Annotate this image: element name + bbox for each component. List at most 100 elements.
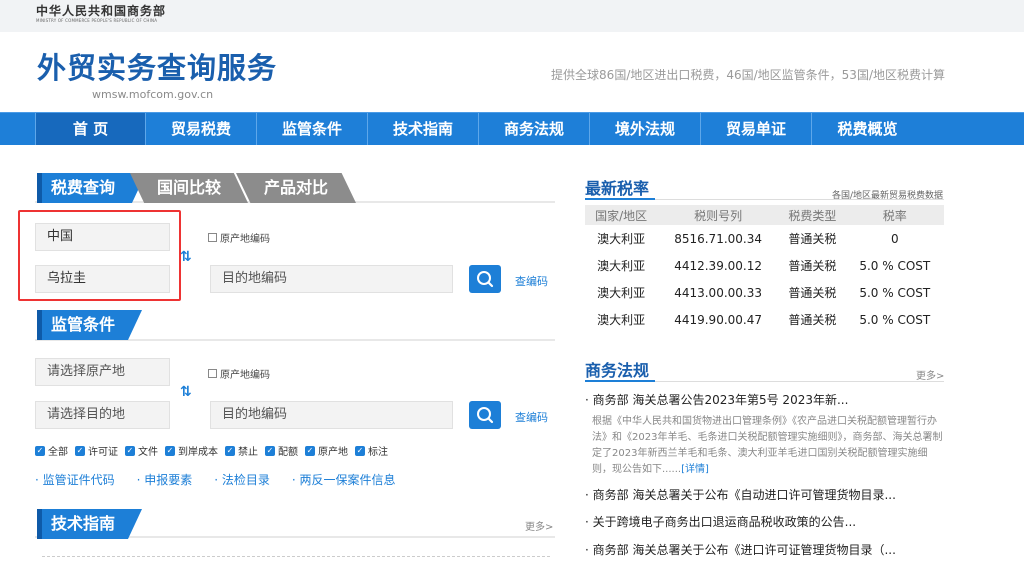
checkbox-quota[interactable]: ✓ 配额 bbox=[265, 443, 298, 458]
tech-guide-heading: 技术指南 bbox=[37, 509, 142, 539]
tab-tax-query[interactable]: 税费查询 bbox=[37, 173, 146, 203]
checkbox-landed-cost[interactable]: ✓ 到岸成本 bbox=[165, 443, 218, 458]
table-row[interactable]: 澳大利亚 4419.90.00.47 普通关税 5.0 % COST bbox=[585, 306, 944, 333]
cell-tariff-code: 4413.00.00.33 bbox=[674, 285, 762, 300]
check-icon: ✓ bbox=[165, 445, 175, 456]
news-summary: 根据《中华人民共和国货物进出口管理条例》《农产品进口关税配额管理暂行办法》和《2… bbox=[592, 414, 944, 478]
ministry-logo[interactable]: 中华人民共和国商务部 MINISTRY OF COMMERCE PEOPLE'S… bbox=[36, 4, 166, 24]
code-lookup-link[interactable]: 查编码 bbox=[515, 273, 548, 289]
title-underline bbox=[585, 380, 655, 382]
cell-tax-type: 普通关税 bbox=[788, 232, 837, 246]
origin-code-label: 原产地编码 bbox=[220, 370, 270, 381]
column-header: 税费类型 bbox=[779, 205, 846, 225]
swap-icon[interactable]: ⇅ bbox=[180, 250, 192, 264]
latest-rates-title: 最新税率 bbox=[585, 179, 650, 198]
condition-checkboxes: ✓ 全部 ✓ 许可证 ✓ 文件 ✓ 到岸成本 ✓ 禁止 ✓ 配额 ✓ 原产地 ✓ 标注 bbox=[35, 443, 395, 458]
column-header: 税率 bbox=[845, 205, 944, 225]
regulatory-dest-code-input[interactable]: 目的地编码 bbox=[210, 401, 453, 429]
check-icon: ✓ bbox=[305, 445, 315, 456]
link-trade-remedy-cases[interactable]: · 两反一保案件信息 bbox=[292, 471, 396, 488]
check-icon: ✓ bbox=[225, 445, 235, 456]
nav-tech-guide[interactable]: 技术指南 bbox=[368, 113, 479, 145]
highlight-box bbox=[18, 210, 181, 301]
regulatory-search-button[interactable] bbox=[469, 401, 501, 429]
origin-code-checkbox[interactable]: 原产地编码 bbox=[208, 230, 270, 245]
tab-country-compare[interactable]: 国间比较 bbox=[130, 173, 248, 203]
cell-tax-type: 普通关税 bbox=[788, 286, 837, 300]
cell-tax-type: 普通关税 bbox=[788, 259, 837, 273]
cell-rate: 5.0 % COST bbox=[859, 258, 931, 273]
cell-tax-type: 普通关税 bbox=[788, 313, 837, 327]
ministry-name-cn: 中华人民共和国商务部 bbox=[36, 4, 167, 18]
check-icon: ✓ bbox=[75, 445, 85, 456]
column-header: 税则号列 bbox=[657, 205, 780, 225]
news-item[interactable]: · 商务部 海关总署关于公布《自动进口许可管理货物目录... bbox=[585, 486, 896, 503]
nav-trade-docs[interactable]: 贸易单证 bbox=[701, 113, 812, 145]
checkbox-labeling[interactable]: ✓ 标注 bbox=[355, 443, 388, 458]
tech-guide-panel bbox=[42, 556, 550, 562]
checkbox-label: 许可证 bbox=[88, 447, 118, 458]
regulatory-origin-code-checkbox[interactable]: 原产地编码 bbox=[208, 366, 270, 381]
checkbox-icon bbox=[208, 233, 217, 242]
cell-rate: 0 bbox=[890, 231, 899, 246]
commerce-law-more-link[interactable]: 更多> bbox=[916, 367, 944, 382]
commerce-law-title: 商务法规 bbox=[585, 361, 650, 380]
checkbox-label: 到岸成本 bbox=[178, 447, 218, 458]
checkbox-origin[interactable]: ✓ 原产地 bbox=[305, 443, 348, 458]
checkbox-license[interactable]: ✓ 许可证 bbox=[75, 443, 118, 458]
table-row[interactable]: 澳大利亚 4413.00.00.33 普通关税 5.0 % COST bbox=[585, 279, 944, 306]
site-title[interactable]: 外贸实务查询服务 bbox=[37, 50, 277, 86]
site-description: 提供全球86国/地区进出口税费，46国/地区监管条件，53国/地区税费计算 bbox=[551, 68, 945, 82]
ministry-name-en: MINISTRY OF COMMERCE PEOPLE'S REPUBLIC O… bbox=[36, 18, 158, 23]
table-row[interactable]: 澳大利亚 8516.71.00.34 普通关税 0 bbox=[585, 225, 944, 252]
link-inspection-catalog[interactable]: · 法检目录 bbox=[214, 471, 270, 488]
cell-country: 澳大利亚 bbox=[597, 286, 646, 300]
check-icon: ✓ bbox=[265, 445, 275, 456]
table-row[interactable]: 澳大利亚 4412.39.00.12 普通关税 5.0 % COST bbox=[585, 252, 944, 279]
cell-tariff-code: 8516.71.00.34 bbox=[674, 231, 762, 246]
title-underline bbox=[585, 198, 655, 200]
regulatory-links: · 监管证件代码 · 申报要素 · 法检目录 · 两反一保案件信息 bbox=[35, 471, 418, 488]
table-header-row: 国家/地区 税则号列 税费类型 税率 bbox=[585, 205, 944, 225]
nav-trade-tax[interactable]: 贸易税费 bbox=[146, 113, 257, 145]
cell-tariff-code: 4419.90.00.47 bbox=[674, 312, 762, 327]
cell-rate: 5.0 % COST bbox=[859, 312, 931, 327]
checkbox-label: 配额 bbox=[278, 447, 298, 458]
nav-home[interactable]: 首 页 bbox=[35, 113, 146, 145]
checkbox-document[interactable]: ✓ 文件 bbox=[125, 443, 158, 458]
nav-tax-overview[interactable]: 税费概览 bbox=[812, 113, 923, 145]
check-icon: ✓ bbox=[35, 445, 45, 456]
column-header: 国家/地区 bbox=[585, 205, 658, 225]
news-item[interactable]: · 关于跨境电子商务出口退运商品税收政策的公告... bbox=[585, 513, 856, 530]
search-icon bbox=[477, 271, 494, 288]
cell-country: 澳大利亚 bbox=[597, 232, 646, 246]
checkbox-prohibited[interactable]: ✓ 禁止 bbox=[225, 443, 258, 458]
cell-country: 澳大利亚 bbox=[597, 259, 646, 273]
nav-foreign-law[interactable]: 境外法规 bbox=[590, 113, 701, 145]
news-item[interactable]: · 商务部 海关总署关于公布《进口许可证管理货物目录（... bbox=[585, 541, 896, 558]
latest-rates-subtitle: 各国/地区最新贸易税费数据 bbox=[832, 191, 944, 201]
nav-regulatory[interactable]: 监管条件 bbox=[257, 113, 368, 145]
dest-code-input[interactable]: 目的地编码 bbox=[210, 265, 453, 293]
checkbox-label: 文件 bbox=[138, 447, 158, 458]
link-certificate-codes[interactable]: · 监管证件代码 bbox=[35, 471, 115, 488]
detail-link[interactable]: [详情] bbox=[681, 464, 709, 475]
news-item[interactable]: · 商务部 海关总署公告2023年第5号 2023年新... bbox=[585, 391, 848, 408]
check-icon: ✓ bbox=[125, 445, 135, 456]
regulatory-destination-select[interactable]: 请选择目的地 bbox=[35, 401, 170, 429]
checkbox-all[interactable]: ✓ 全部 bbox=[35, 443, 68, 458]
swap-icon[interactable]: ⇅ bbox=[180, 385, 192, 399]
site-url: wmsw.mofcom.gov.cn bbox=[92, 88, 214, 101]
check-icon: ✓ bbox=[355, 445, 365, 456]
regulatory-code-lookup-link[interactable]: 查编码 bbox=[515, 409, 548, 425]
tech-guide-more-link[interactable]: 更多> bbox=[525, 518, 553, 533]
regulatory-origin-select[interactable]: 请选择原产地 bbox=[35, 358, 170, 386]
regulatory-heading: 监管条件 bbox=[37, 310, 142, 340]
main-nav: 首 页 贸易税费 监管条件 技术指南 商务法规 境外法规 贸易单证 税费概览 bbox=[0, 112, 1024, 145]
tax-search-button[interactable] bbox=[469, 265, 501, 293]
link-declaration-elements[interactable]: · 申报要素 bbox=[137, 471, 193, 488]
nav-commerce-law[interactable]: 商务法规 bbox=[479, 113, 590, 145]
tab-product-compare[interactable]: 产品对比 bbox=[236, 173, 356, 203]
origin-code-label: 原产地编码 bbox=[220, 234, 270, 245]
checkbox-label: 标注 bbox=[368, 447, 388, 458]
